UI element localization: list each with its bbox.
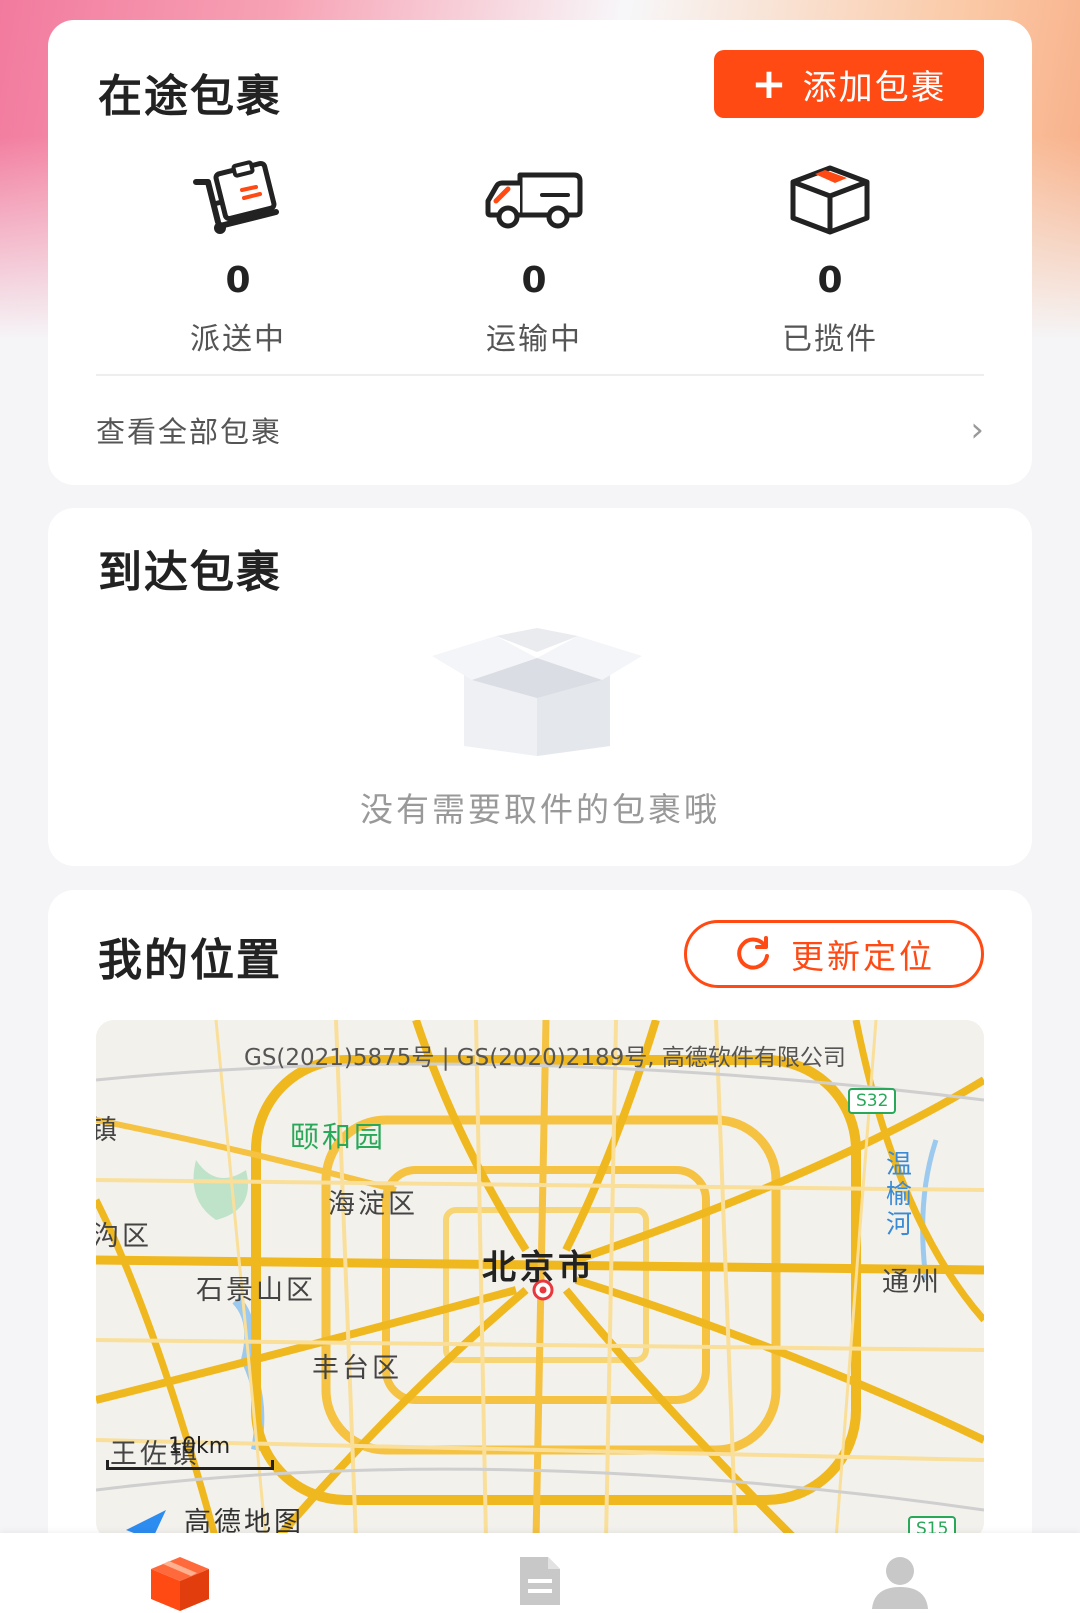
stat-shipping[interactable]: 0 运输中 [434,150,634,358]
map-label-tongzhou: 通州 [882,1267,942,1298]
arrived-title: 到达包裹 [98,547,282,598]
view-all-parcels-link[interactable]: 查看全部包裹 › [96,400,984,460]
chevron-right-icon: › [970,410,984,450]
tab-profile[interactable] [865,1555,935,1613]
parcel-tab-icon [149,1555,211,1613]
update-location-label: 更新定位 [791,937,935,976]
empty-box-icon [432,628,642,762]
map-label-zhen: 镇 [96,1115,120,1146]
arrived-card: 到达包裹 没有需要取件的包裹哦 [48,508,1032,866]
view-all-label: 查看全部包裹 [96,415,283,449]
collected-label: 已揽件 [782,322,878,357]
box-icon [730,150,930,250]
user-tab-icon [870,1555,930,1613]
map-scale-bar [106,1460,274,1470]
update-location-button[interactable]: 更新定位 [684,920,984,988]
map-label-shijingshan: 石景山区 [196,1275,316,1306]
document-tab-icon [516,1555,564,1613]
map-label-river: 温榆河 [886,1150,913,1240]
add-parcel-button[interactable]: + 添加包裹 [714,50,984,118]
map-scale: 10km [106,1434,274,1470]
map-label-gouqu: 沟区 [96,1221,152,1252]
shipping-label: 运输中 [486,322,582,357]
map-label-fengtai: 丰台区 [312,1353,402,1384]
shipping-count: 0 [521,260,547,301]
empty-state-text: 没有需要取件的包裹哦 [360,790,720,829]
map-scale-label: 10km [168,1434,231,1459]
in-transit-card: 在途包裹 + 添加包裹 0 派送中 0 运输中 0 已揽件 查看全部包裹 › [48,20,1032,485]
refresh-icon [733,934,773,974]
add-parcel-label: 添加包裹 [802,67,947,108]
divider [96,374,984,376]
road-sign-s32: S32 [848,1088,897,1114]
map-view[interactable]: GS(2021)5875号 | GS(2020)2189号, 高德软件有限公司 … [96,1020,984,1540]
tab-parcels[interactable] [145,1555,215,1613]
map-label-city: 北京市 [482,1248,596,1288]
map-copyright: GS(2021)5875号 | GS(2020)2189号, 高德软件有限公司 [244,1045,846,1071]
delivering-label: 派送中 [190,322,286,357]
collected-count: 0 [817,260,843,301]
my-location-card: 我的位置 更新定位 GS(2021)5875号 | GS(2020)2189号,… [48,890,1032,1613]
plus-icon: + [751,59,789,108]
bottom-tab-bar [0,1533,1080,1613]
delivering-count: 0 [225,260,251,301]
in-transit-title: 在途包裹 [98,71,282,122]
map-label-haidian: 海淀区 [328,1189,418,1220]
truck-icon [434,150,634,250]
map-label-yiheyuan: 颐和园 [290,1120,387,1154]
stat-collected[interactable]: 0 已揽件 [730,150,930,358]
stat-delivering[interactable]: 0 派送中 [138,150,338,358]
tab-orders[interactable] [505,1555,575,1613]
location-title: 我的位置 [98,935,282,986]
hand-truck-icon [138,150,338,250]
